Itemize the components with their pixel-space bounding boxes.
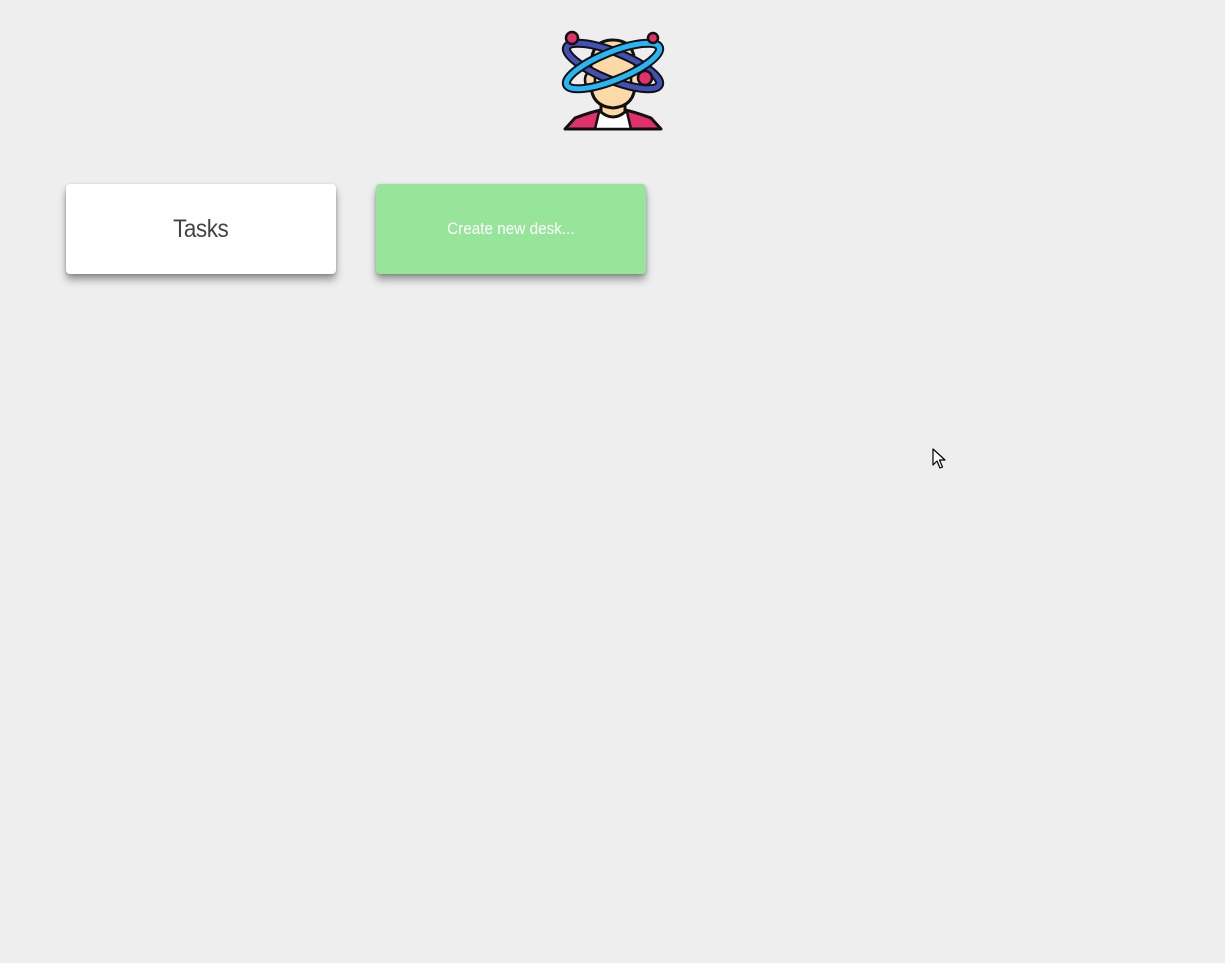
mouse-pointer-icon <box>932 448 946 470</box>
create-desk-button[interactable]: Create new desk... <box>376 184 646 274</box>
atom-head-logo-icon <box>561 28 665 132</box>
desk-card-tasks[interactable]: Tasks <box>66 184 336 274</box>
desks-page: Tasks Create new desk... <box>0 0 1225 963</box>
create-desk-label: Create new desk... <box>447 219 575 238</box>
desk-card-label: Tasks <box>173 214 229 243</box>
